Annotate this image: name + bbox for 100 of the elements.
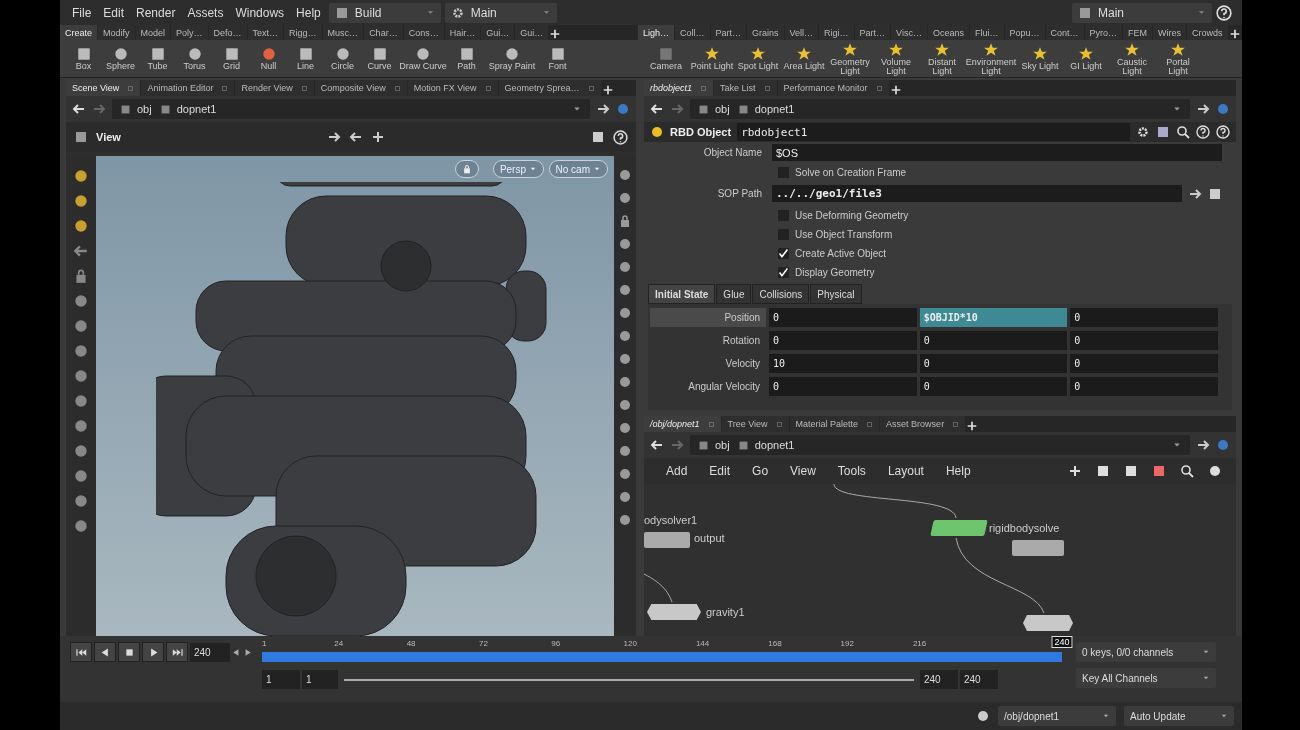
shelf-tool[interactable]: Spray Paint (486, 46, 538, 71)
pane-tab[interactable]: Motion FX View (407, 80, 498, 96)
range-end-field[interactable]: 240 (960, 670, 998, 689)
caret-icon[interactable] (1202, 674, 1210, 682)
pane-tab[interactable]: Material Palette (789, 416, 880, 432)
shelf-tool[interactable]: Environment Light (966, 41, 1016, 76)
vector-field[interactable]: 0 (919, 354, 1068, 373)
shape-icon[interactable] (504, 46, 520, 62)
pane-tab[interactable]: Defo… (208, 25, 247, 40)
shelf-tool[interactable]: Torus (177, 46, 212, 71)
shelf-tool[interactable]: Volume Light (874, 41, 918, 76)
path-crumb[interactable]: dopnet1 (176, 103, 217, 115)
menu-item[interactable]: Windows (231, 5, 289, 20)
shelf-tool[interactable]: GI Light (1064, 46, 1108, 71)
menu-item[interactable]: Tools (833, 464, 870, 478)
vector-field[interactable]: 0 (769, 331, 917, 350)
vector-field[interactable]: 0 (1070, 331, 1218, 350)
first-frame-button[interactable] (70, 642, 92, 662)
shape-icon[interactable] (371, 46, 388, 62)
pane-tab[interactable]: Vell… (784, 25, 819, 40)
path-bar[interactable]: obj dopnet1 (690, 99, 1190, 119)
pane-tab[interactable]: Scene View (66, 80, 141, 96)
jump-arrow-icon[interactable] (1188, 186, 1202, 201)
menu-item[interactable]: Layout (883, 464, 928, 478)
update-mode-dropdown[interactable]: Auto Update (1124, 706, 1234, 726)
shape-icon[interactable] (297, 46, 314, 62)
spinner-icon[interactable] (541, 8, 551, 17)
start-frame-field[interactable]: 1 (302, 670, 338, 689)
pane-tab[interactable]: Modify (98, 25, 135, 40)
checkbox[interactable] (778, 166, 789, 178)
shelf-tool[interactable]: Box (66, 46, 101, 71)
shape-icon[interactable] (112, 46, 129, 62)
path-crumb[interactable]: obj (715, 103, 730, 115)
pane-tab[interactable]: Rigi… (819, 25, 854, 40)
shelf-tool[interactable]: Sky Light (1018, 46, 1062, 71)
pane-tab[interactable]: Poly… (171, 25, 208, 40)
vector-field[interactable]: 0 (1070, 377, 1218, 396)
add-tab-icon[interactable] (889, 84, 902, 96)
pane-tab[interactable]: Musc… (322, 25, 364, 40)
path-crumb[interactable]: obj (137, 103, 152, 115)
end-frame-field[interactable]: 240 (920, 670, 958, 689)
pane-tab[interactable]: Gui… (481, 25, 515, 40)
path-bar[interactable]: obj dopnet1 (112, 99, 590, 119)
caret-icon[interactable] (1202, 648, 1210, 656)
menu-item[interactable]: Assets (183, 5, 228, 20)
pane-tab[interactable]: Popu… (1004, 25, 1045, 40)
shape-icon[interactable] (549, 46, 566, 62)
pane-tab[interactable]: Flui… (970, 25, 1004, 40)
menu-item[interactable]: Add (662, 464, 692, 478)
play-button[interactable] (142, 642, 164, 662)
help-icon[interactable] (1216, 125, 1230, 139)
pane-tab[interactable]: /obj/dopnet1 (644, 416, 721, 432)
skip-start-icon[interactable] (75, 646, 87, 658)
back-arrow-icon[interactable] (650, 438, 664, 452)
shelf-tool[interactable]: Path (449, 46, 484, 71)
pane-tab[interactable]: Render View (235, 80, 314, 96)
folder-tab[interactable]: Initial State (648, 284, 716, 304)
vector-field[interactable]: 0 (919, 331, 1068, 350)
search-icon[interactable] (1176, 125, 1190, 139)
stop-button[interactable] (118, 642, 140, 662)
pane-tab[interactable]: Create (60, 25, 97, 40)
pane-tab[interactable]: Coll… (675, 25, 710, 40)
pane-tab[interactable]: Tree View (721, 416, 789, 432)
help-icon[interactable] (613, 129, 628, 145)
pane-tab[interactable]: Cons… (403, 25, 444, 40)
pane-tab[interactable]: Model (135, 25, 171, 40)
shelf-tool[interactable]: Distant Light (920, 41, 964, 76)
spinner-icon[interactable] (1197, 8, 1206, 17)
shelf-tool[interactable]: Camera (644, 46, 688, 71)
pane-tab[interactable]: rbdobject1 (644, 80, 714, 96)
caret-icon[interactable] (529, 165, 537, 173)
shelf-tool[interactable]: Line (288, 46, 323, 71)
shelf-tool[interactable]: Tube (140, 46, 175, 71)
spinner-icon[interactable] (425, 8, 435, 17)
menu-item[interactable]: Render (132, 5, 180, 20)
range-slider[interactable] (344, 678, 914, 681)
menu-item[interactable]: Edit (705, 464, 735, 478)
lock-toggle[interactable] (455, 160, 479, 178)
status-path-dropdown[interactable]: /obj/dopnet1 (998, 706, 1116, 726)
back-arrow-icon[interactable] (72, 102, 86, 116)
folder-tab[interactable]: Glue (716, 284, 752, 304)
node-name-field[interactable]: rbdobject1 (737, 123, 1130, 141)
checkbox[interactable] (778, 228, 789, 240)
pane-tab[interactable]: Wires (1153, 25, 1187, 40)
shape-icon[interactable] (415, 46, 431, 62)
pane-tab[interactable]: Pyro… (1084, 25, 1123, 40)
settings-icon[interactable] (1136, 125, 1150, 139)
shelf-tool[interactable]: Point Light (690, 46, 734, 71)
add-tab-icon[interactable] (549, 28, 562, 40)
menu-item[interactable]: File (68, 5, 96, 20)
projection-menu[interactable]: Persp (492, 160, 544, 178)
checkbox[interactable] (778, 247, 789, 259)
pane-tab[interactable]: Visc… (891, 25, 927, 40)
shelf-tool[interactable]: Caustic Light (1110, 41, 1154, 76)
key-mode-dropdown[interactable]: Key All Channels (1076, 668, 1216, 688)
network-node[interactable] (1023, 615, 1073, 631)
range-start-field[interactable]: 1 (262, 670, 300, 689)
pane-tab[interactable]: Part… (710, 25, 747, 40)
pane-tab[interactable]: Ligh… (638, 25, 674, 40)
pane-tab[interactable]: Oceans (927, 25, 969, 40)
